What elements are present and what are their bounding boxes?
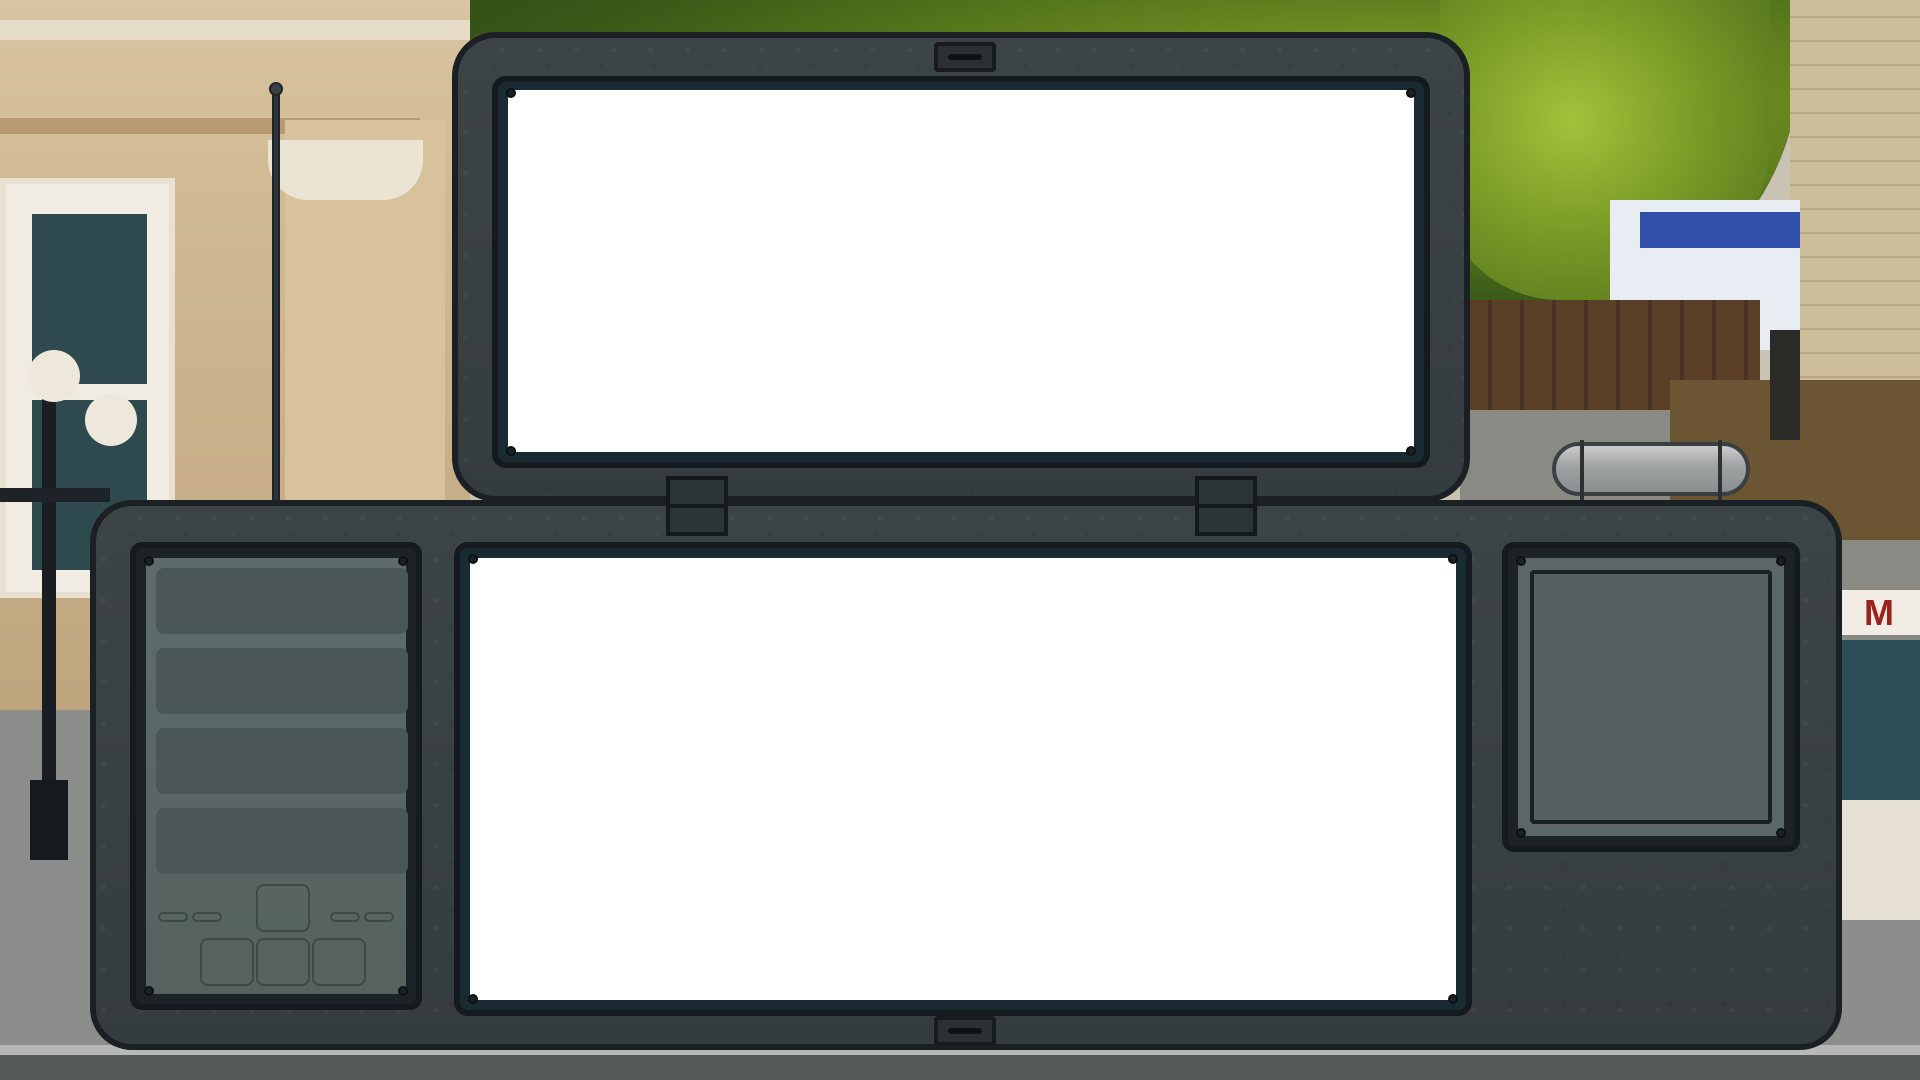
brick-tower	[1790, 0, 1920, 400]
control-panel	[130, 542, 422, 1010]
rivet	[1516, 828, 1526, 838]
rivet	[1776, 828, 1786, 838]
shop-base	[1840, 800, 1920, 920]
side-panel-face	[1518, 558, 1784, 836]
control-bar-3[interactable]	[156, 728, 408, 794]
main-screen-frame	[454, 542, 1472, 1016]
rivet	[1776, 556, 1786, 566]
control-bar-2[interactable]	[156, 648, 408, 714]
main-screen[interactable]	[470, 558, 1456, 1000]
rivet	[468, 554, 478, 564]
rivet	[506, 88, 516, 98]
shop-sign: M	[1838, 590, 1920, 635]
dpad-down-icon[interactable]	[256, 938, 310, 986]
lamp-globe	[85, 394, 137, 446]
building-cornice	[0, 20, 470, 40]
antenna-tip	[269, 82, 283, 96]
control-bar-4[interactable]	[156, 808, 408, 874]
antenna-icon	[272, 88, 280, 508]
rivet	[144, 556, 154, 566]
top-screen-frame	[492, 76, 1430, 468]
rivet	[468, 994, 478, 1004]
bottom-slot-icon	[934, 1016, 996, 1046]
dpad-left-icon[interactable]	[200, 938, 254, 986]
dpad-up-icon[interactable]	[256, 884, 310, 932]
rivet	[1448, 994, 1458, 1004]
distant-house-roof	[1640, 212, 1800, 248]
top-screen[interactable]	[508, 90, 1414, 452]
side-panel-screen[interactable]	[1530, 570, 1772, 824]
capsule-icon[interactable]	[1552, 440, 1750, 500]
select-button-2[interactable]	[192, 912, 222, 922]
device-top-lid	[452, 32, 1470, 502]
start-button[interactable]	[330, 912, 360, 922]
start-button-2[interactable]	[364, 912, 394, 922]
rivet	[398, 556, 408, 566]
rivet	[398, 986, 408, 996]
rivet	[1516, 556, 1526, 566]
control-panel-face	[146, 558, 408, 994]
lamp-globe	[28, 350, 80, 402]
top-slot-icon	[934, 42, 996, 72]
hinge-icon	[1195, 476, 1257, 536]
rivet	[1406, 88, 1416, 98]
control-bar-1[interactable]	[156, 568, 408, 634]
lamp-base	[30, 780, 68, 860]
select-button[interactable]	[158, 912, 188, 922]
lamp-arm	[0, 488, 110, 502]
rivet	[144, 986, 154, 996]
hinge-icon	[666, 476, 728, 536]
column-capital	[268, 140, 423, 200]
side-panel	[1502, 542, 1800, 852]
rivet	[1448, 554, 1458, 564]
dpad-right-icon[interactable]	[312, 938, 366, 986]
shop-front	[1840, 640, 1920, 810]
pipe	[1770, 330, 1800, 440]
rivet	[506, 446, 516, 456]
road	[0, 1055, 1920, 1080]
rivet	[1406, 446, 1416, 456]
